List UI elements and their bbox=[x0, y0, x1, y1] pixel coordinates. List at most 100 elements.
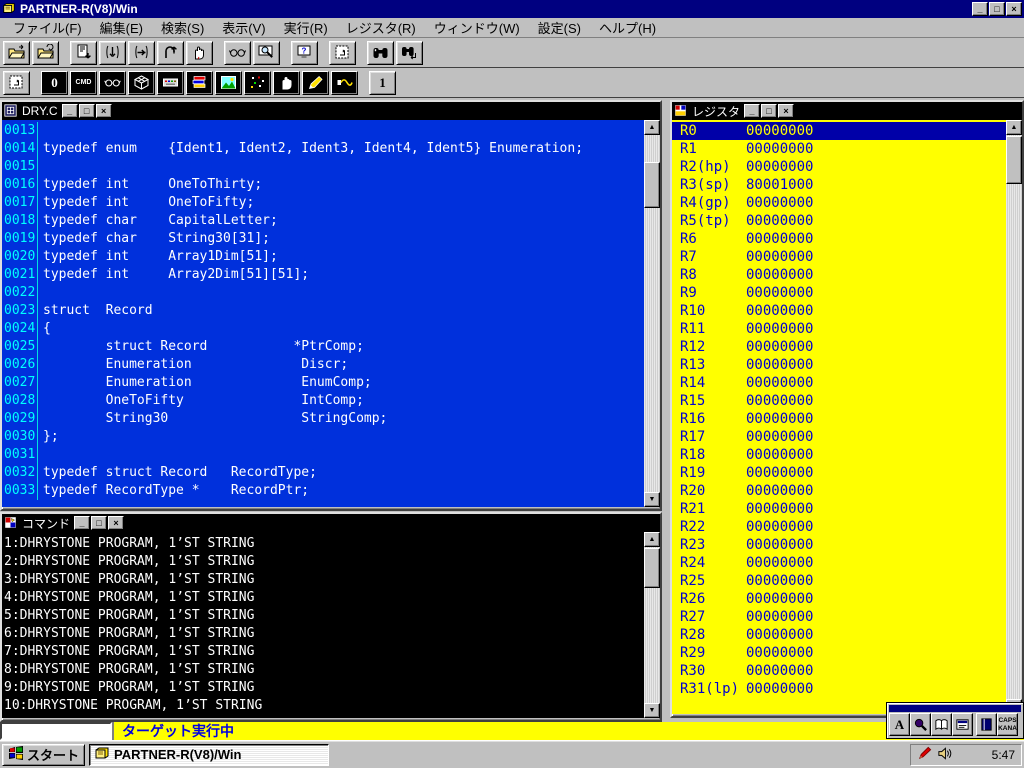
source-line[interactable]: 0024 { bbox=[4, 320, 644, 338]
register-close-button[interactable]: × bbox=[778, 104, 795, 118]
register-row[interactable]: R16 00000000 bbox=[672, 410, 1006, 428]
source-window-title-bar[interactable]: DRY.C _ □ × bbox=[2, 102, 660, 120]
register-row[interactable]: R28 00000000 bbox=[672, 626, 1006, 644]
register-row[interactable]: R4(gp) 00000000 bbox=[672, 194, 1006, 212]
minimize-button[interactable]: _ bbox=[972, 2, 988, 16]
register-row[interactable]: R8 00000000 bbox=[672, 266, 1006, 284]
register-row[interactable]: R0 00000000 bbox=[672, 122, 1006, 140]
inspect-button[interactable] bbox=[253, 40, 280, 65]
source-line[interactable]: 0017 typedef int OneToFifty; bbox=[4, 194, 644, 212]
monitor-help-button[interactable]: ? bbox=[291, 40, 318, 65]
register-row[interactable]: R17 00000000 bbox=[672, 428, 1006, 446]
register-row[interactable]: R25 00000000 bbox=[672, 572, 1006, 590]
step-into-button[interactable] bbox=[99, 40, 126, 65]
watch-button[interactable] bbox=[224, 40, 251, 65]
command-input[interactable] bbox=[0, 722, 112, 740]
source-maximize-button[interactable]: □ bbox=[78, 104, 95, 118]
register-row[interactable]: R29 00000000 bbox=[672, 644, 1006, 662]
source-line[interactable]: 0020 typedef int Array1Dim[51]; bbox=[4, 248, 644, 266]
dump-view-button[interactable] bbox=[157, 70, 184, 95]
register-row[interactable]: R15 00000000 bbox=[672, 392, 1006, 410]
step-over-button[interactable] bbox=[128, 40, 155, 65]
scroll-up-icon[interactable]: ▲ bbox=[644, 120, 660, 135]
register-scrollbar[interactable]: ▲ ▼ bbox=[1006, 120, 1022, 714]
io-view-button[interactable] bbox=[331, 70, 358, 95]
register-row[interactable]: R12 00000000 bbox=[672, 338, 1006, 356]
source-close-button[interactable]: × bbox=[95, 104, 112, 118]
source-line[interactable]: 0021 typedef int Array2Dim[51][51]; bbox=[4, 266, 644, 284]
command-maximize-button[interactable]: □ bbox=[91, 516, 108, 530]
source-minimize-button[interactable]: _ bbox=[61, 104, 78, 118]
find-next-button[interactable] bbox=[396, 40, 423, 65]
register-row[interactable]: R10 00000000 bbox=[672, 302, 1006, 320]
source-code-area[interactable]: 0013 0014 typedef enum {Ident1, Ident2, Id… bbox=[2, 120, 660, 507]
ime-drag-handle[interactable] bbox=[889, 705, 1021, 712]
source-line[interactable]: 0030}; bbox=[4, 428, 644, 446]
find-button[interactable] bbox=[367, 40, 394, 65]
one-view-button[interactable]: 1 bbox=[369, 70, 396, 95]
source-line[interactable]: 0018 typedef char CapitalLetter; bbox=[4, 212, 644, 230]
menu-item-edit[interactable]: 編集(E) bbox=[91, 16, 152, 39]
register-row[interactable]: R1 00000000 bbox=[672, 140, 1006, 158]
command-output-area[interactable]: 1:DHRYSTONE PROGRAM, 1’ST STRING 2:DHRYST… bbox=[2, 532, 660, 718]
source-line[interactable]: 0015 bbox=[4, 158, 644, 176]
command-minimize-button[interactable]: _ bbox=[74, 516, 91, 530]
command-scrollbar[interactable]: ▲ ▼ bbox=[644, 532, 660, 718]
source-line[interactable]: 0029 String30 StringComp; bbox=[4, 410, 644, 428]
memory-view-button[interactable] bbox=[128, 70, 155, 95]
ime-pen-icon[interactable] bbox=[917, 746, 932, 764]
scroll-up-icon[interactable]: ▲ bbox=[1006, 120, 1022, 135]
register-row[interactable]: R7 00000000 bbox=[672, 248, 1006, 266]
source-line[interactable]: 0013 bbox=[4, 122, 644, 140]
register-row[interactable]: R3(sp) 80001000 bbox=[672, 176, 1006, 194]
source-line[interactable]: 0023 struct Record bbox=[4, 302, 644, 320]
menu-item-run[interactable]: 実行(R) bbox=[275, 16, 337, 39]
register-row[interactable]: R24 00000000 bbox=[672, 554, 1006, 572]
menu-item-register[interactable]: レジスタ(R) bbox=[337, 16, 425, 39]
register-row[interactable]: R6 00000000 bbox=[672, 230, 1006, 248]
source-line[interactable]: 0033 typedef RecordType * RecordPtr; bbox=[4, 482, 644, 500]
ime-dictionary-book-icon[interactable] bbox=[931, 713, 952, 736]
register-minimize-button[interactable]: _ bbox=[744, 104, 761, 118]
menu-item-search[interactable]: 検索(S) bbox=[152, 16, 213, 39]
break-view-button[interactable] bbox=[273, 70, 300, 95]
edit-view-button[interactable] bbox=[302, 70, 329, 95]
menu-item-window[interactable]: ウィンドウ(W) bbox=[425, 16, 529, 39]
menu-item-help[interactable]: ヘルプ(H) bbox=[590, 16, 665, 39]
register-row[interactable]: R9 00000000 bbox=[672, 284, 1006, 302]
source-line[interactable]: 0025 struct Record *PtrComp; bbox=[4, 338, 644, 356]
source-scrollbar[interactable]: ▲ ▼ bbox=[644, 120, 660, 507]
source-line[interactable]: 0027 Enumeration EnumComp; bbox=[4, 374, 644, 392]
register-row[interactable]: R23 00000000 bbox=[672, 536, 1006, 554]
task-button-partner[interactable]: PARTNER-R(V8)/Win bbox=[89, 743, 330, 766]
register-row[interactable]: R20 00000000 bbox=[672, 482, 1006, 500]
register-row[interactable]: R31(lp) 00000000 bbox=[672, 680, 1006, 698]
register-row[interactable]: R27 00000000 bbox=[672, 608, 1006, 626]
source-line[interactable]: 0019 typedef char String30[31]; bbox=[4, 230, 644, 248]
register-row[interactable]: R26 00000000 bbox=[672, 590, 1006, 608]
watch-view-button[interactable] bbox=[99, 70, 126, 95]
open-file-button[interactable] bbox=[3, 40, 30, 65]
menu-item-view[interactable]: 表示(V) bbox=[213, 16, 274, 39]
ime-wordbook-icon[interactable] bbox=[976, 713, 997, 736]
restore-button[interactable]: □ bbox=[989, 2, 1005, 16]
source-line[interactable]: 0032 typedef struct Record RecordType; bbox=[4, 464, 644, 482]
reload-file-button[interactable] bbox=[32, 40, 59, 65]
command-view-button[interactable]: CMD bbox=[70, 70, 97, 95]
scroll-down-icon[interactable]: ▼ bbox=[644, 703, 660, 718]
download-button[interactable] bbox=[70, 40, 97, 65]
scroll-up-icon[interactable]: ▲ bbox=[644, 532, 660, 547]
command-close-button[interactable]: × bbox=[108, 516, 125, 530]
source-line[interactable]: 0014 typedef enum {Ident1, Ident2, Ident3… bbox=[4, 140, 644, 158]
source-line[interactable]: 0028 OneToFifty IntComp; bbox=[4, 392, 644, 410]
register-row[interactable]: R22 00000000 bbox=[672, 518, 1006, 536]
window-layout-button[interactable] bbox=[329, 40, 356, 65]
register-row[interactable]: R14 00000000 bbox=[672, 374, 1006, 392]
stop-button[interactable] bbox=[186, 40, 213, 65]
register-row[interactable]: R18 00000000 bbox=[672, 446, 1006, 464]
register-row[interactable]: R19 00000000 bbox=[672, 464, 1006, 482]
source-line[interactable]: 0016 typedef int OneToThirty; bbox=[4, 176, 644, 194]
register-view-button[interactable] bbox=[186, 70, 213, 95]
start-button[interactable]: スタート bbox=[2, 743, 86, 766]
trace-view-button[interactable] bbox=[244, 70, 271, 95]
